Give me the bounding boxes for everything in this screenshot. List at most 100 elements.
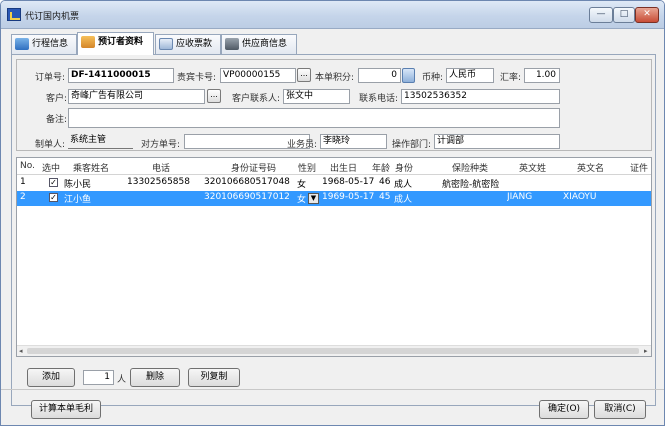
col-header[interactable]: 身份 — [395, 161, 413, 174]
col-header[interactable]: 英文姓 — [519, 161, 546, 174]
row-select-checkbox[interactable]: ✓ — [49, 178, 58, 187]
passenger-birth[interactable]: 1969-05-17 — [322, 192, 374, 202]
salesman-label: 业务员: — [287, 140, 318, 150]
minimize-button[interactable]: — — [589, 7, 613, 23]
scroll-left-icon[interactable]: ◂ — [19, 347, 23, 355]
tab-label: 行程信息 — [32, 39, 69, 49]
passenger-id[interactable]: 320106680517048 — [204, 177, 290, 187]
phone-label: 联系电话: — [359, 94, 399, 104]
col-header[interactable]: 英文名 — [577, 161, 604, 174]
phone-field[interactable]: 13502536352 — [401, 89, 560, 104]
supplier-icon — [225, 38, 239, 50]
col-header[interactable]: 出生日 — [330, 161, 357, 174]
col-header[interactable]: 性别 — [298, 161, 316, 174]
passenger-age[interactable]: 45 — [379, 192, 390, 202]
passenger-phone[interactable]: 13302565858 — [127, 177, 190, 187]
chevron-down-icon[interactable]: ▼ — [308, 193, 319, 204]
table-row[interactable]: 1 ✓ 陈小民 13302565858 320106680517048 女 19… — [17, 176, 651, 191]
remark-label: 备注: — [46, 115, 68, 125]
order-no-label: 订单号: — [35, 73, 66, 83]
exchange-rate-field[interactable]: 1.00 — [524, 68, 560, 83]
passenger-age[interactable]: 46 — [379, 177, 390, 187]
currency-field[interactable]: 人民币 — [446, 68, 494, 83]
count-unit-label: 人 — [117, 375, 127, 385]
col-header[interactable]: 电话 — [152, 161, 170, 174]
counter-order-label: 对方单号: — [141, 140, 181, 150]
row-no: 2 — [20, 192, 26, 202]
passenger-insurance[interactable]: 航密险-航密险 — [442, 177, 499, 190]
order-form: 订单号: DF-1411000015 贵宾卡号: VP00000155 ... … — [16, 59, 652, 151]
passenger-birth[interactable]: 1968-05-17 — [322, 177, 374, 187]
col-header[interactable]: 选中 — [42, 161, 60, 174]
ok-button[interactable]: 确定(O) — [539, 400, 589, 419]
tab-booker-info[interactable]: 预订者资料 — [77, 32, 154, 55]
tab-supplier[interactable]: 供应商信息 — [221, 34, 297, 54]
tab-label: 供应商信息 — [242, 39, 288, 49]
scrollbar-thumb[interactable] — [27, 348, 639, 354]
document-icon — [159, 38, 173, 50]
window-title: 代订国内机票 — [25, 12, 80, 22]
close-button[interactable]: ✕ — [635, 7, 659, 23]
passenger-name[interactable]: 江小鱼 — [64, 192, 91, 205]
vip-card-lookup-button[interactable]: ... — [297, 68, 311, 82]
copy-column-button[interactable]: 列复制 — [188, 368, 240, 387]
tab-receivables[interactable]: 应收票款 — [155, 34, 221, 54]
calc-profit-button[interactable]: 计算本单毛利 — [31, 400, 101, 419]
footer-divider — [1, 389, 664, 390]
col-header[interactable]: 证件 — [630, 161, 648, 174]
cancel-button[interactable]: 取消(C) — [594, 400, 646, 419]
creator-label: 制单人: — [35, 140, 66, 150]
add-button[interactable]: 添加 — [27, 368, 75, 387]
order-no-field[interactable]: DF-1411000015 — [68, 68, 174, 83]
people-icon — [81, 36, 95, 48]
points-label: 本单积分: — [315, 73, 355, 83]
passenger-gender[interactable]: 女 — [297, 192, 306, 205]
calculator-icon[interactable] — [402, 68, 415, 83]
points-field[interactable]: 0 — [358, 68, 401, 83]
app-icon — [7, 8, 21, 21]
maximize-button[interactable]: □ — [613, 7, 635, 23]
contact-field[interactable]: 张文中 — [283, 89, 350, 104]
col-header[interactable]: 乘客姓名 — [73, 161, 109, 174]
currency-label: 币种: — [422, 73, 444, 83]
contact-label: 客户联系人: — [232, 94, 281, 104]
exchange-rate-label: 汇率: — [500, 73, 522, 83]
dept-field[interactable]: 计调部 — [434, 134, 560, 149]
grid-header: No. 选中 乘客姓名 电话 身份证号码 性别 出生日 年龄 身份 保险种类 英… — [17, 158, 651, 175]
title-bar[interactable]: 代订国内机票 — □ ✕ — [1, 1, 664, 29]
vip-card-label: 贵宾卡号: — [177, 73, 217, 83]
customer-label: 客户: — [46, 94, 68, 104]
col-header[interactable]: 年龄 — [372, 161, 390, 174]
passenger-name[interactable]: 陈小民 — [64, 177, 91, 190]
horizontal-scrollbar[interactable]: ◂ ▸ — [17, 345, 651, 356]
customer-field[interactable]: 奇峰广告有限公司 — [68, 89, 205, 104]
customer-lookup-button[interactable]: ... — [207, 89, 221, 103]
remark-field[interactable] — [68, 108, 560, 128]
scroll-right-icon[interactable]: ▸ — [644, 347, 648, 355]
col-header[interactable]: 身份证号码 — [231, 161, 276, 174]
table-row[interactable]: 2 ✓ 江小鱼 320106690517012 女 ▼ 1969-05-17 4… — [17, 191, 651, 206]
col-header[interactable]: 保险种类 — [452, 161, 488, 174]
vip-card-field[interactable]: VP00000155 — [220, 68, 296, 83]
booker-panel: 订单号: DF-1411000015 贵宾卡号: VP00000155 ... … — [11, 54, 656, 406]
tab-label: 应收票款 — [176, 39, 213, 49]
passenger-grid: No. 选中 乘客姓名 电话 身份证号码 性别 出生日 年龄 身份 保险种类 英… — [16, 157, 652, 357]
dept-label: 操作部门: — [392, 140, 432, 150]
col-header[interactable]: No. — [20, 161, 35, 171]
row-select-checkbox[interactable]: ✓ — [49, 193, 58, 202]
passenger-gender[interactable]: 女 — [297, 177, 306, 190]
delete-button[interactable]: 删除 — [130, 368, 180, 387]
tab-label: 预订者资料 — [98, 37, 144, 47]
salesman-field[interactable]: 李晓玲 — [320, 134, 387, 149]
dialog-window: 代订国内机票 — □ ✕ 行程信息 预订者资料 应收票款 供应商信息 订单号: … — [0, 0, 665, 426]
passenger-count-field[interactable]: 1 — [83, 370, 114, 385]
passenger-id[interactable]: 320106690517012 — [204, 192, 290, 202]
passenger-en-first[interactable]: XIAOYU — [563, 192, 597, 202]
creator-field: 系统主管 — [68, 134, 133, 149]
passenger-en-last[interactable]: JIANG — [507, 192, 532, 202]
passenger-identity[interactable]: 成人 — [394, 192, 412, 205]
tab-itinerary[interactable]: 行程信息 — [11, 34, 77, 54]
row-no: 1 — [20, 177, 26, 187]
passenger-identity[interactable]: 成人 — [394, 177, 412, 190]
itinerary-icon — [15, 38, 29, 50]
